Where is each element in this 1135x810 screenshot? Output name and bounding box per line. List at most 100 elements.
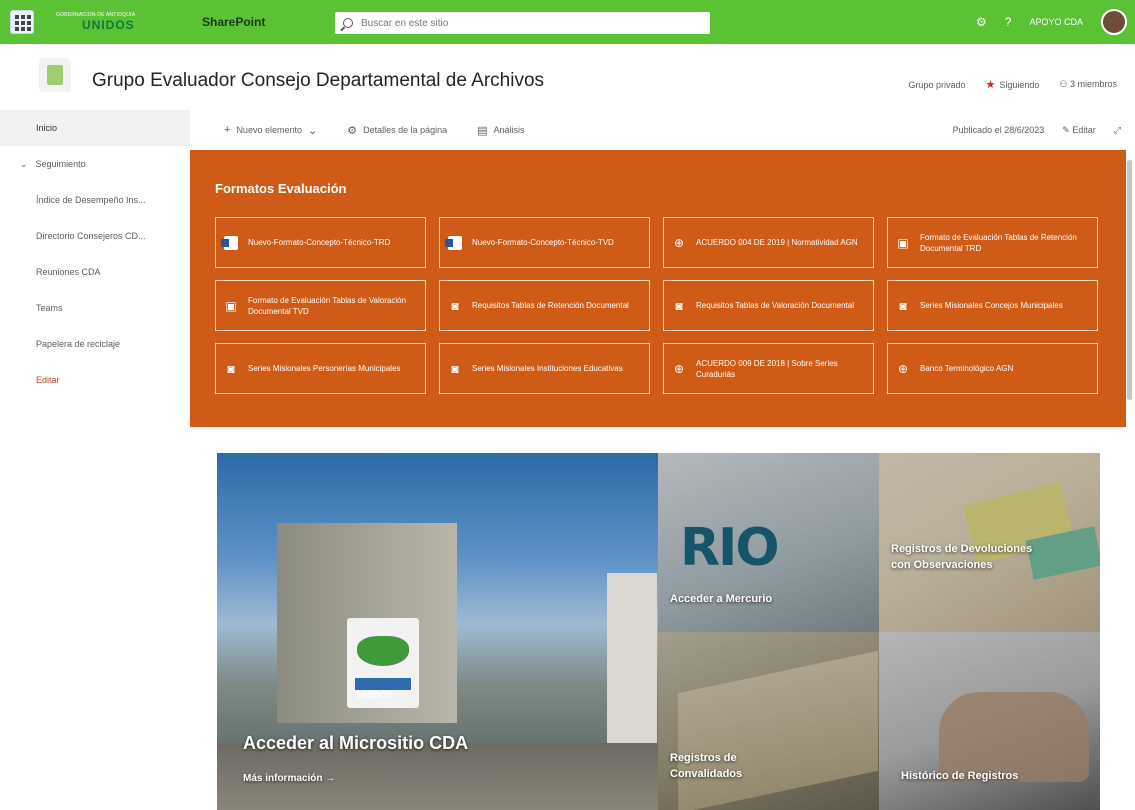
quick-link-tile[interactable]: ▣ Formato de Evaluación Tablas de Retenci… [887, 217, 1098, 268]
user-name[interactable]: APOYO CDA [1029, 17, 1083, 27]
globe-icon: ⊕ [673, 235, 685, 250]
app-launcher-button[interactable] [0, 0, 44, 44]
nav-item-label: Seguimiento [35, 159, 86, 169]
page-details-button[interactable]: ⚙ Detalles de la página [347, 124, 447, 137]
page-scrollbar[interactable] [1127, 160, 1132, 400]
expand-icon[interactable]: ⤢ [1114, 125, 1121, 136]
left-nav: Inicio ⌄ Seguimiento Índice de Desempeño … [0, 110, 190, 810]
hero-more-link[interactable]: Más información → [243, 773, 335, 784]
edit-button[interactable]: ✎ Editar [1062, 125, 1096, 136]
quick-link-tile[interactable]: Nuevo-Formato-Concepto-Técnico-TVD [439, 217, 650, 268]
document-icon: ▣ [225, 298, 237, 313]
pdf-icon: ◙ [451, 298, 459, 313]
avatar[interactable] [1101, 9, 1127, 35]
quick-link-tile[interactable]: ◙ Series Misionales Instituciones Educati… [439, 343, 650, 394]
gear-icon: ⚙ [347, 124, 358, 137]
hero-main-tile[interactable]: UNIDOS Acceder al Micrositio CDA Más inf… [217, 453, 658, 810]
quick-link-tile[interactable]: ⊕ ACUERDO 009 DE 2018 | Sobre Series Cura… [663, 343, 874, 394]
plus-icon: + [224, 124, 231, 136]
building-image [607, 573, 657, 743]
quick-link-tile[interactable]: ⊕ ACUERDO 004 DE 2019 | Normatividad AGN [663, 217, 874, 268]
members-label: 3 miembros [1069, 79, 1117, 89]
suite-bar: GOBERNACIÓN DE ANTIOQUIA UNIDOS SharePoi… [0, 0, 1135, 44]
quick-link-label: Series Misionales Personerías Municipale… [248, 364, 401, 373]
search-placeholder: Buscar en este sitio [361, 17, 449, 29]
follow-button[interactable]: ★ Siguiendo [985, 78, 1039, 91]
members-button[interactable]: ⚇ 3 miembros [1059, 79, 1117, 90]
hero-tile-convalidados[interactable]: Registros de Convalidados [658, 632, 879, 810]
section-title: Formatos Evaluación [215, 181, 347, 196]
nav-item-label: Papelera de reciclaje [36, 339, 121, 349]
privacy-label: Grupo privado [908, 79, 966, 90]
quick-links-section: Formatos Evaluación Nuevo-Formato-Concep… [190, 150, 1126, 427]
sign-text: UNIDOS [357, 690, 393, 700]
hero-tile-label: Histórico de Registros [901, 770, 1019, 782]
hero-tile-mercurio[interactable]: RIO Acceder a Mercurio [658, 453, 879, 632]
nav-item-papelera[interactable]: Papelera de reciclaje [0, 326, 190, 362]
org-logo[interactable]: GOBERNACIÓN DE ANTIOQUIA UNIDOS [56, 7, 188, 37]
quick-link-tile[interactable]: Nuevo-Formato-Concepto-Técnico-TRD [215, 217, 426, 268]
word-doc-icon [221, 235, 238, 250]
hero-web-part: UNIDOS Acceder al Micrositio CDA Más inf… [217, 453, 1100, 810]
nav-item-seguimiento[interactable]: ⌄ Seguimiento [0, 146, 190, 182]
hero-main-title: Acceder al Micrositio CDA [243, 733, 469, 753]
site-logo[interactable] [39, 58, 71, 92]
quick-links-grid: Nuevo-Formato-Concepto-Técnico-TRD Nuevo… [215, 217, 1098, 394]
nav-item-label: Directorio Consejeros CD... [36, 231, 146, 241]
pdf-icon: ◙ [675, 298, 683, 313]
new-item-label: Nuevo elemento [236, 125, 302, 135]
quick-link-tile[interactable]: ◙ Requisitos Tablas de Retención Document… [439, 280, 650, 331]
quick-link-label: Requisitos Tablas de Retención Documenta… [472, 301, 629, 310]
nav-item-label: Editar [36, 375, 60, 385]
quick-link-label: Series Misionales Concejos Municipales [920, 301, 1063, 310]
edit-label: Editar [1072, 124, 1096, 135]
site-title[interactable]: Grupo Evaluador Consejo Departamental de… [92, 70, 544, 92]
site-logo-icon [47, 65, 63, 85]
command-bar: + Nuevo elemento ⌄ ⚙ Detalles de la página … [190, 110, 1135, 150]
hero-tile-label: Acceder a Mercurio [670, 593, 773, 605]
hero-tile-devoluciones[interactable]: Registros de Devoluciones con Observacio… [879, 453, 1100, 632]
nav-item-reuniones[interactable]: Reuniones CDA [0, 254, 190, 290]
pdf-icon: ◙ [227, 361, 235, 376]
org-logo-name: UNIDOS [82, 18, 135, 32]
pencil-icon: ✎ [1062, 124, 1073, 135]
nav-item-label: Reuniones CDA [36, 267, 101, 277]
follow-label: Siguiendo [999, 80, 1040, 90]
word-doc-icon [445, 235, 462, 250]
pdf-icon: ◙ [899, 298, 907, 313]
star-icon: ★ [985, 79, 996, 91]
document-icon: ▣ [897, 235, 909, 250]
quick-link-label: ACUERDO 004 DE 2019 | Normatividad AGN [696, 238, 858, 247]
analytics-button[interactable]: ▤ Análisis [477, 124, 524, 137]
quick-link-tile[interactable]: ▣ Formato de Evaluación Tablas de Valorac… [215, 280, 426, 331]
chevron-down-icon: ⌄ [307, 124, 318, 137]
chevron-down-icon: ⌄ [20, 158, 28, 169]
quick-link-label: Banco Terminológico AGN [920, 364, 1014, 373]
search-box[interactable]: Buscar en este sitio [335, 12, 710, 34]
new-item-button[interactable]: + Nuevo elemento ⌄ [224, 124, 317, 137]
help-icon[interactable]: ? [1005, 15, 1012, 29]
person-icon: ⚇ [1059, 79, 1070, 89]
nav-item-teams[interactable]: Teams [0, 290, 190, 326]
quick-link-label: Formato de Evaluación Tablas de Retenció… [920, 232, 1077, 253]
published-label: Publicado el 28/6/2023 [952, 125, 1045, 135]
gear-icon[interactable]: ⚙ [976, 15, 987, 29]
quick-link-tile[interactable]: ◙ Series Misionales Concejos Municipales [887, 280, 1098, 331]
quick-link-tile[interactable]: ⊕ Banco Terminológico AGN [887, 343, 1098, 394]
nav-item-indice[interactable]: Índice de Desempeño Ins... [0, 182, 190, 218]
nav-edit-link[interactable]: Editar [0, 362, 190, 398]
globe-icon: ⊕ [897, 361, 909, 376]
unidos-sign-image: UNIDOS [347, 618, 419, 708]
quick-link-tile[interactable]: ◙ Series Misionales Personerías Municipal… [215, 343, 426, 394]
nav-item-inicio[interactable]: Inicio [0, 110, 190, 146]
nav-item-label: Teams [36, 303, 63, 313]
hero-tile-historico[interactable]: Histórico de Registros [879, 632, 1100, 810]
site-header: Grupo Evaluador Consejo Departamental de… [0, 44, 1135, 110]
nav-item-directorio[interactable]: Directorio Consejeros CD... [0, 218, 190, 254]
quick-link-label: Nuevo-Formato-Concepto-Técnico-TRD [248, 238, 391, 247]
nav-item-label: Índice de Desempeño Ins... [36, 195, 146, 205]
quick-link-label: Requisitos Tablas de Valoración Document… [696, 301, 855, 310]
app-name-link[interactable]: SharePoint [202, 15, 265, 29]
chart-icon: ▤ [477, 124, 488, 137]
quick-link-tile[interactable]: ◙ Requisitos Tablas de Valoración Documen… [663, 280, 874, 331]
